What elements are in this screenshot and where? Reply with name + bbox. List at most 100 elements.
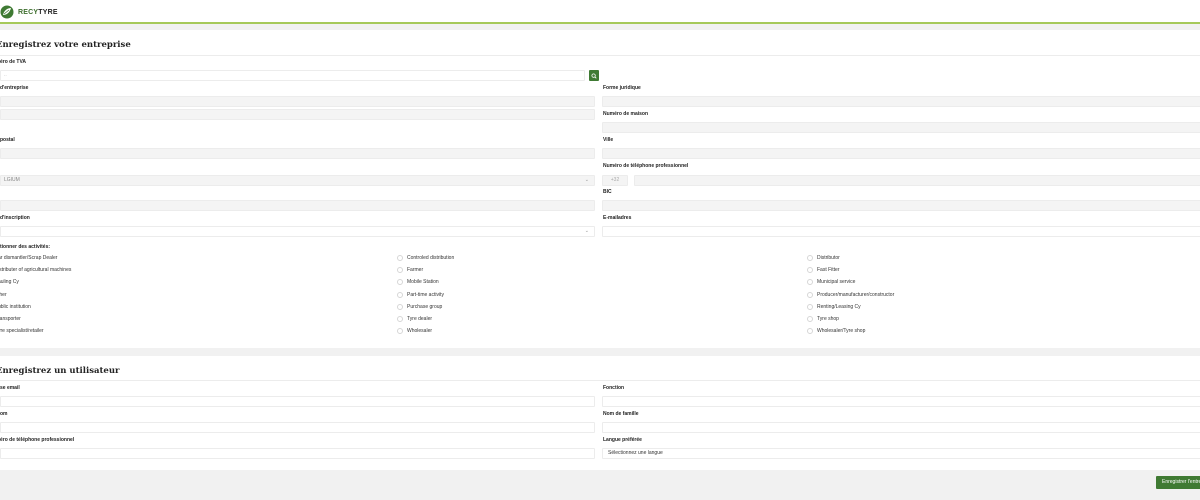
street-input[interactable] xyxy=(0,109,595,120)
email-label: E-mailadres xyxy=(603,215,632,221)
vat-input[interactable]: .. xyxy=(0,70,585,81)
bic-input[interactable] xyxy=(602,200,1200,211)
country-select[interactable]: LGIUM ⌄ xyxy=(0,175,595,186)
activity-checkbox[interactable] xyxy=(397,328,403,335)
activity-label: Wholesaler/Tyre shop xyxy=(817,328,866,335)
activity-checkbox[interactable] xyxy=(397,291,403,298)
first-name-input[interactable] xyxy=(0,422,595,433)
activity-checkbox[interactable] xyxy=(397,255,403,261)
activity-checkbox[interactable] xyxy=(397,303,403,310)
divider xyxy=(0,55,1200,56)
search-icon xyxy=(591,72,597,79)
activity-checkbox[interactable] xyxy=(397,279,403,286)
activity-option[interactable]: Purchase group xyxy=(397,303,443,310)
activity-option[interactable]: Mobile Station xyxy=(397,279,439,286)
header-accent-line xyxy=(0,22,1200,24)
company-section-title: Enregistrez votre entreprise xyxy=(0,40,131,50)
activity-option[interactable]: ublic institution xyxy=(0,304,31,310)
activity-checkbox[interactable] xyxy=(807,255,813,261)
activity-label: Municipal service xyxy=(817,279,856,286)
activity-label: ar dismantler/Scrap Dealer xyxy=(0,255,58,261)
activity-label: Part-time activity xyxy=(407,291,444,298)
activity-option[interactable]: Renting/Leasing Cy xyxy=(807,303,861,310)
activity-label: Distributor xyxy=(817,255,840,261)
phone-prefix[interactable]: +32 xyxy=(602,175,628,186)
city-input[interactable] xyxy=(602,148,1200,159)
brand-name: RECYTYRE xyxy=(18,8,58,16)
house-number-label: Numéro de maison xyxy=(603,111,649,117)
activity-option[interactable]: Wholesaler xyxy=(397,328,432,335)
city-label: Ville xyxy=(603,137,614,143)
activity-checkbox[interactable] xyxy=(807,291,813,298)
activity-option[interactable]: Fast Fitter xyxy=(807,267,840,274)
activity-checkbox[interactable] xyxy=(807,316,813,322)
business-phone-label: Numéro de téléphone professionnel xyxy=(603,163,689,169)
vat-search-button[interactable] xyxy=(589,70,599,81)
function-label: Fonction xyxy=(603,385,625,391)
chevron-down-icon: ⌄ xyxy=(584,228,589,234)
activity-label: Controled distribution xyxy=(407,255,455,261)
activity-label: Mobile Station xyxy=(407,279,439,286)
leaf-logo-icon xyxy=(0,5,14,19)
country-value: LGIUM xyxy=(4,177,20,183)
activity-option[interactable]: Tyre shop xyxy=(807,316,839,322)
activities-label: tionner des activités: xyxy=(0,244,51,250)
email-input[interactable] xyxy=(602,226,1200,237)
activity-checkbox[interactable] xyxy=(397,267,403,274)
registration-label: d'inscription xyxy=(0,215,30,221)
function-input[interactable] xyxy=(602,396,1200,407)
registration-select[interactable]: ⌄ xyxy=(0,226,595,237)
activity-checkbox[interactable] xyxy=(807,303,813,310)
top-header: RECYTYRE xyxy=(0,0,1200,24)
activity-option[interactable]: yre specialist/retailer xyxy=(0,328,44,334)
postal-code-label: postal xyxy=(0,137,15,143)
logo[interactable]: RECYTYRE xyxy=(0,5,58,19)
activity-option[interactable]: Controled distribution xyxy=(397,255,454,261)
postal-code-input[interactable] xyxy=(0,148,595,159)
activity-option[interactable]: Producer/manufacturer/constructor xyxy=(807,291,895,298)
activity-option[interactable]: auling Cy xyxy=(0,279,19,285)
activity-label: istributer of agricultural machines xyxy=(0,267,72,274)
activity-option[interactable]: Part-time activity xyxy=(397,291,444,298)
activity-option[interactable]: Distributor xyxy=(807,255,840,261)
activity-label: auling Cy xyxy=(0,279,19,286)
register-company-button[interactable]: Enregistrer l'entreprise xyxy=(1156,476,1200,489)
company-form-card: Enregistrez votre entreprise éro de TVA … xyxy=(0,30,1200,348)
activity-label: Producer/manufacturer/constructor xyxy=(817,291,895,298)
activity-option[interactable]: Municipal service xyxy=(807,279,856,286)
vat-label: éro de TVA xyxy=(0,59,27,65)
bic-label: BIC xyxy=(603,189,612,195)
activity-label: ublic institution xyxy=(0,303,31,310)
activity-option[interactable]: ther xyxy=(0,292,7,298)
last-name-label: Nom de famille xyxy=(603,411,639,417)
user-phone-input[interactable] xyxy=(0,448,595,459)
activity-checkbox[interactable] xyxy=(807,267,813,274)
language-label: Langue préférée xyxy=(603,437,642,443)
activity-checkbox[interactable] xyxy=(397,316,403,322)
legal-form-input[interactable] xyxy=(602,96,1200,107)
business-phone-input[interactable] xyxy=(634,175,1200,186)
activity-label: ther xyxy=(0,291,7,298)
activity-option[interactable]: ar dismantler/Scrap Dealer xyxy=(0,255,57,261)
activity-label: ransporter xyxy=(0,316,21,322)
user-email-input[interactable] xyxy=(0,396,595,407)
activity-option[interactable]: Farmer xyxy=(397,267,423,274)
activity-label: Renting/Leasing Cy xyxy=(817,303,861,310)
last-name-input[interactable] xyxy=(602,422,1200,433)
chevron-down-icon: ⌄ xyxy=(584,177,589,183)
activity-checkbox[interactable] xyxy=(807,328,813,335)
activity-option[interactable]: istributer of agricultural machines xyxy=(0,267,71,273)
activity-option[interactable]: ransporter xyxy=(0,316,21,322)
activity-option[interactable]: Wholesaler/Tyre shop xyxy=(807,328,866,335)
activity-checkbox[interactable] xyxy=(807,279,813,286)
activity-option[interactable]: Tyre dealer xyxy=(397,316,432,322)
activity-label: Purchase group xyxy=(407,303,443,310)
activity-label: yre specialist/retailer xyxy=(0,328,44,335)
language-select[interactable]: Sélectionnez une langue xyxy=(602,448,1200,459)
house-number-input[interactable] xyxy=(602,122,1200,133)
iban-input[interactable] xyxy=(0,200,595,211)
activity-label: Fast Fitter xyxy=(817,267,840,274)
company-name-input[interactable] xyxy=(0,96,595,107)
first-name-label: om xyxy=(0,411,8,417)
user-section-title: Enregistrez un utilisateur xyxy=(0,366,120,376)
